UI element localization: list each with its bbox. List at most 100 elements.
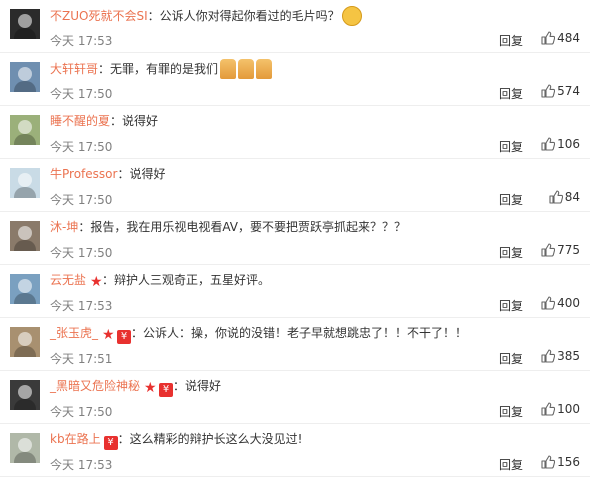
reply-button[interactable]: 回复 [499, 138, 523, 155]
avatar[interactable] [10, 433, 40, 463]
like-count: 106 [557, 137, 580, 151]
separator: ： [147, 9, 160, 23]
comment-line: kb在路上 ¥ ：这么精彩的辩护长这么大没见过! [50, 430, 570, 450]
comment-time: 今天 17:50 [50, 405, 113, 419]
reply-button[interactable]: 回复 [499, 85, 523, 102]
username-link[interactable]: 沐-坤 [50, 220, 78, 234]
avatar-body [14, 134, 36, 145]
avatar[interactable] [10, 9, 40, 39]
comment-item: 云无盐 ★：辩护人三观奇正，五星好评。 今天 17:53 回复 400 [0, 265, 590, 318]
avatar[interactable] [10, 221, 40, 251]
username-link[interactable]: kb在路上 [50, 432, 101, 446]
like-count: 484 [557, 31, 580, 45]
comment-line: _张玉虎_ ★ ¥ ：公诉人：操，你说的没错！老子早就想跳忠了！！不干了！！ [50, 324, 570, 344]
avatar-face [18, 332, 32, 346]
avatar[interactable] [10, 327, 40, 357]
thumbs-up-icon [541, 455, 556, 469]
avatar[interactable] [10, 168, 40, 198]
comment-line: 云无盐 ★：辩护人三观奇正，五星好评。 [50, 271, 570, 289]
vip-badge-icon: ¥ [117, 330, 132, 344]
avatar-face [18, 173, 32, 187]
username-link[interactable]: 不ZUO死就不会SI [50, 9, 148, 23]
comment-item: kb在路上 ¥ ：这么精彩的辩护长这么大没见过! 今天 17:53 回复 156 [0, 424, 590, 477]
like-button[interactable]: 100 [541, 402, 580, 416]
vip-badge-icon: ¥ [103, 436, 118, 450]
username-link[interactable]: _黑暗又危险神秘 [50, 379, 140, 393]
like-button[interactable]: 400 [541, 296, 580, 310]
comment-item: 牛Professor：说得好 今天 17:50 回复 84 [0, 159, 590, 212]
dog-emoji-icon [341, 6, 362, 26]
comment-list: 不ZUO死就不会SI：公诉人你对得起你看过的毛片吗？ 今天 17:53 回复 484 大… [0, 0, 590, 480]
avatar-face [18, 385, 32, 399]
separator: ： [131, 326, 144, 340]
reply-button[interactable]: 回复 [499, 456, 523, 473]
username-link[interactable]: 云无盐 [50, 273, 86, 287]
thumbs-up-icon [541, 137, 556, 151]
avatar[interactable] [10, 62, 40, 92]
reply-button[interactable]: 回复 [499, 191, 523, 208]
star-badge-icon: ★ [144, 380, 157, 396]
comment-item: 不ZUO死就不会SI：公诉人你对得起你看过的毛片吗？ 今天 17:53 回复 484 [0, 0, 590, 53]
like-button[interactable]: 484 [541, 31, 580, 45]
username-link[interactable]: 睡不醒的夏 [50, 114, 110, 128]
avatar-face [18, 120, 32, 134]
reply-button[interactable]: 回复 [499, 32, 523, 49]
comment-text: 说得好 [129, 167, 166, 181]
like-button[interactable]: 84 [549, 190, 580, 204]
comment-line: 不ZUO死就不会SI：公诉人你对得起你看过的毛片吗？ [50, 6, 570, 26]
comment-line: 沐-坤：报告，我在用乐视电视看AV，要不要把贾跃亭抓起来？？？ [50, 218, 570, 236]
username-link[interactable]: 牛Professor [50, 167, 117, 181]
thumbs-up-icon [541, 349, 556, 363]
avatar-body [14, 81, 36, 92]
like-button[interactable]: 106 [541, 137, 580, 151]
like-button[interactable]: 574 [541, 84, 580, 98]
thumbs-up-icon [541, 31, 556, 45]
comment-time: 今天 17:51 [50, 352, 113, 366]
avatar-body [14, 240, 36, 251]
like-count: 84 [564, 190, 580, 204]
like-count: 400 [557, 296, 580, 310]
comment-item: _张玉虎_ ★ ¥ ：公诉人：操，你说的没错！老子早就想跳忠了！！不干了！！ 今天 17… [0, 318, 590, 371]
reply-button[interactable]: 回复 [499, 403, 523, 420]
star-badge-icon: ★ [102, 327, 115, 343]
comment-line: 睡不醒的夏：说得好 [50, 112, 570, 130]
comment-line: 大轩轩哥：无罪，有罪的是我们 [50, 59, 570, 79]
comment-text: 辩护人三观奇正，五星好评。 [114, 273, 271, 287]
like-button[interactable]: 775 [541, 243, 580, 257]
comment-time: 今天 17:50 [50, 246, 113, 260]
comment-item: 睡不醒的夏：说得好 今天 17:50 回复 106 [0, 106, 590, 159]
comment-item: 大轩轩哥：无罪，有罪的是我们今天 17:50 回复 574 [0, 53, 590, 106]
avatar-body [14, 346, 36, 357]
comment-time: 今天 17:53 [50, 34, 113, 48]
reply-button[interactable]: 回复 [499, 350, 523, 367]
comment-text: 公诉人你对得起你看过的毛片吗？ [159, 9, 340, 23]
avatar-body [14, 293, 36, 304]
avatar[interactable] [10, 380, 40, 410]
pray-emoji-icon [238, 59, 255, 79]
thumbs-up-icon [541, 243, 556, 257]
avatar-face [18, 14, 32, 28]
separator: ： [117, 167, 130, 181]
username-link[interactable]: 大轩轩哥 [50, 62, 98, 76]
separator: ： [117, 432, 130, 446]
reply-button[interactable]: 回复 [499, 297, 523, 314]
avatar[interactable] [10, 115, 40, 145]
thumbs-up-icon [541, 84, 556, 98]
comment-time: 今天 17:50 [50, 87, 113, 101]
avatar-face [18, 67, 32, 81]
like-button[interactable]: 385 [541, 349, 580, 363]
like-button[interactable]: 156 [541, 455, 580, 469]
thumbs-up-icon [541, 296, 556, 310]
avatar[interactable] [10, 274, 40, 304]
like-count: 385 [557, 349, 580, 363]
avatar-body [14, 452, 36, 463]
separator: ： [173, 379, 186, 393]
comment-time: 今天 17:53 [50, 299, 113, 313]
separator: ： [110, 114, 123, 128]
comment-text: 报告，我在用乐视电视看AV，要不要把贾跃亭抓起来？？？ [90, 220, 407, 234]
star-badge-icon: ★ [90, 274, 103, 290]
avatar-face [18, 279, 32, 293]
reply-button[interactable]: 回复 [499, 244, 523, 261]
comment-text: 这么精彩的辩护长这么大没见过! [129, 432, 303, 446]
username-link[interactable]: _张玉虎_ [50, 326, 98, 340]
